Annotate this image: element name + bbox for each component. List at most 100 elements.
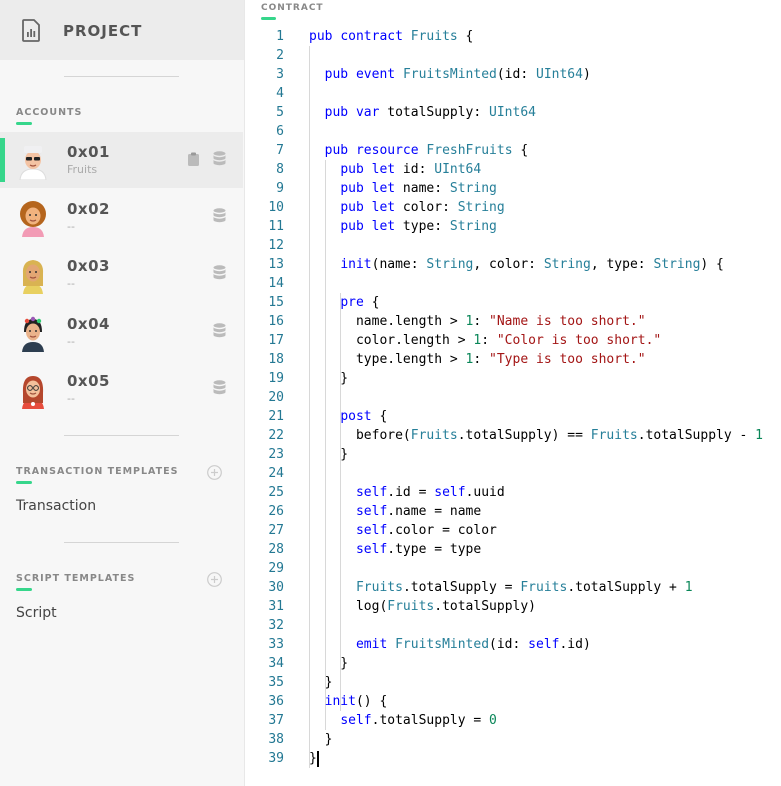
code-text: } (309, 750, 319, 767)
code-line[interactable]: 23 } (245, 445, 781, 464)
account-item-0x01[interactable]: 0x01 Fruits (0, 132, 243, 188)
code-text: } (309, 371, 349, 386)
code-line[interactable]: 10 pub let color: String (245, 198, 781, 217)
code-line[interactable]: 20 (245, 388, 781, 407)
code-line[interactable]: 3 pub event FruitsMinted(id: UInt64) (245, 65, 781, 84)
line-number: 10 (268, 200, 284, 215)
code-line[interactable]: 38 } (245, 730, 781, 749)
code-line[interactable]: 15 pre { (245, 293, 781, 312)
code-text: self.totalSupply = 0 (340, 713, 497, 728)
project-header[interactable]: PROJECT (0, 0, 244, 60)
script-template-item[interactable]: Script (16, 605, 57, 621)
code-line[interactable]: 7 pub resource FreshFruits { (245, 141, 781, 160)
code-text: } (309, 675, 333, 690)
code-line[interactable]: 24 (245, 464, 781, 483)
contract-underline (261, 17, 276, 20)
code-line[interactable]: 13 init(name: String, color: String, typ… (245, 255, 781, 274)
code-line[interactable]: 2 (245, 46, 781, 65)
account-item-0x04[interactable]: 0x04 -- (0, 304, 243, 360)
account-item-0x03[interactable]: 0x03 -- (0, 246, 243, 302)
code-text: pre { (340, 295, 380, 310)
line-number: 28 (268, 542, 284, 557)
account-address: 0x02 (67, 200, 110, 218)
code-line[interactable]: 5 pub var totalSupply: UInt64 (245, 103, 781, 122)
code-line[interactable]: 14 (245, 274, 781, 293)
transaction-template-item[interactable]: Transaction (16, 498, 96, 514)
database-icon[interactable] (213, 265, 226, 280)
database-icon[interactable] (213, 323, 226, 338)
code-line[interactable]: 32 (245, 616, 781, 635)
account-subtitle: -- (67, 277, 75, 290)
add-script-icon[interactable] (207, 572, 222, 587)
line-number: 29 (268, 561, 284, 576)
code-line[interactable]: 8 pub let id: UInt64 (245, 160, 781, 179)
project-file-icon (22, 19, 40, 42)
account-address: 0x04 (67, 315, 110, 333)
code-text: pub event FruitsMinted(id: UInt64) (324, 67, 591, 82)
code-line[interactable]: 33 emit FruitsMinted(id: self.id) (245, 635, 781, 654)
account-address: 0x05 (67, 372, 110, 390)
line-number: 20 (268, 390, 284, 405)
code-line[interactable]: 34 } (245, 654, 781, 673)
code-line[interactable]: 29 (245, 559, 781, 578)
clipboard-icon[interactable] (187, 152, 200, 166)
database-icon[interactable] (213, 151, 226, 166)
code-line[interactable]: 22 before(Fruits.totalSupply) == Fruits.… (245, 426, 781, 445)
code-line[interactable]: 9 pub let name: String (245, 179, 781, 198)
line-number: 26 (268, 504, 284, 519)
line-number: 32 (268, 618, 284, 633)
code-line[interactable]: 19 } (245, 369, 781, 388)
code-line[interactable]: 27 self.color = color (245, 521, 781, 540)
database-icon[interactable] (213, 380, 226, 395)
line-number: 33 (268, 637, 284, 652)
code-line[interactable]: 16 name.length > 1: "Name is too short." (245, 312, 781, 331)
code-line[interactable]: 12 (245, 236, 781, 255)
code-text: post { (340, 409, 388, 424)
line-number: 37 (268, 713, 284, 728)
avatar-curly-hair-icon (20, 201, 46, 237)
project-label: PROJECT (63, 22, 143, 40)
code-line[interactable]: 39} (245, 749, 781, 768)
line-number: 23 (268, 447, 284, 462)
code-text: } (309, 447, 349, 462)
divider (64, 435, 179, 436)
account-subtitle: Fruits (67, 163, 98, 176)
code-line[interactable]: 35 } (245, 673, 781, 692)
line-number: 6 (276, 124, 284, 139)
add-transaction-icon[interactable] (207, 465, 222, 480)
divider (64, 76, 179, 77)
code-line[interactable]: 11 pub let type: String (245, 217, 781, 236)
code-line[interactable]: 6 (245, 122, 781, 141)
code-line[interactable]: 28 self.type = type (245, 540, 781, 559)
code-line[interactable]: 17 color.length > 1: "Color is too short… (245, 331, 781, 350)
code-line[interactable]: 1 pub contract Fruits { (245, 27, 781, 46)
line-number: 30 (268, 580, 284, 595)
code-line[interactable]: 4 (245, 84, 781, 103)
database-icon[interactable] (213, 208, 226, 223)
avatar-flower-crown-icon (22, 316, 44, 352)
code-area[interactable]: 1 pub contract Fruits {2 3 pub event Fruit… (245, 27, 781, 768)
code-line[interactable]: 25 self.id = self.uuid (245, 483, 781, 502)
code-text: pub let type: String (340, 219, 497, 234)
code-text: pub let name: String (340, 181, 497, 196)
code-line[interactable]: 37 self.totalSupply = 0 (245, 711, 781, 730)
code-line[interactable]: 31 log(Fruits.totalSupply) (245, 597, 781, 616)
account-subtitle: -- (67, 392, 75, 405)
contract-editor[interactable]: CONTRACT 1 pub contract Fruits {2 3 pub ev… (245, 0, 781, 786)
code-line[interactable]: 36 init() { (245, 692, 781, 711)
code-line[interactable]: 26 self.name = name (245, 502, 781, 521)
line-number: 21 (268, 409, 284, 424)
code-text: emit FruitsMinted(id: self.id) (355, 637, 591, 652)
code-line[interactable]: 18 type.length > 1: "Type is too short." (245, 350, 781, 369)
account-item-0x02[interactable]: 0x02 -- (0, 189, 243, 245)
line-number: 34 (268, 656, 284, 671)
line-number: 9 (276, 181, 284, 196)
account-item-0x05[interactable]: 0x05 -- (0, 361, 243, 417)
line-number: 24 (268, 466, 284, 481)
line-number: 35 (268, 675, 284, 690)
code-line[interactable]: 30 Fruits.totalSupply = Fruits.totalSupp… (245, 578, 781, 597)
code-text: self.color = color (355, 523, 497, 538)
line-number: 25 (268, 485, 284, 500)
code-line[interactable]: 21 post { (245, 407, 781, 426)
account-subtitle: -- (67, 220, 75, 233)
